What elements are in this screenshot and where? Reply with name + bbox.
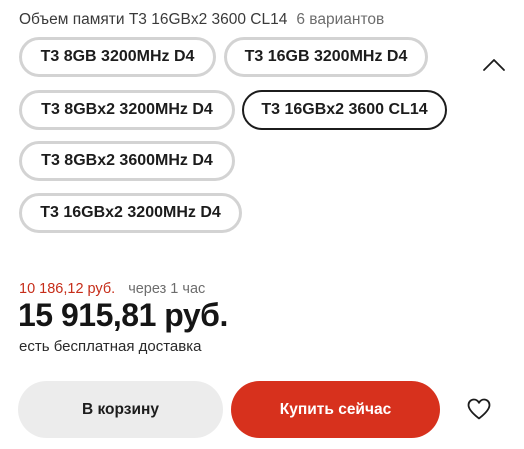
add-to-cart-button[interactable]: В корзину — [18, 381, 223, 438]
heart-icon[interactable] — [466, 397, 492, 421]
chevron-up-icon[interactable] — [482, 57, 506, 73]
buy-now-button[interactable]: Купить сейчас — [231, 381, 440, 438]
variant-label: Объем памяти T3 16GBx2 3600 CL14 — [19, 11, 288, 28]
variant-header: Объем памяти T3 16GBx2 3600 CL14 6 вариан… — [19, 11, 384, 29]
promo-price-row: 10 186,12 руб. через 1 час — [19, 281, 205, 297]
current-price: 15 915,81 руб. — [18, 297, 228, 333]
promo-timer: через 1 час — [128, 281, 206, 297]
option-chip-t3-16gbx2-3600-cl14[interactable]: T3 16GBx2 3600 CL14 — [242, 90, 447, 130]
variant-count: 6 вариантов — [296, 11, 385, 28]
option-chip-t3-16gb-3200[interactable]: T3 16GB 3200MHz D4 — [224, 37, 428, 77]
option-chip-t3-16gbx2-3200[interactable]: T3 16GBx2 3200MHz D4 — [19, 193, 242, 233]
promo-price: 10 186,12 руб. — [19, 281, 116, 297]
delivery-info: есть бесплатная доставка — [19, 338, 202, 355]
option-chip-t3-8gb-3200[interactable]: T3 8GB 3200MHz D4 — [19, 37, 216, 77]
option-chip-t3-8gbx2-3600[interactable]: T3 8GBx2 3600MHz D4 — [19, 141, 235, 181]
option-chip-t3-8gbx2-3200[interactable]: T3 8GBx2 3200MHz D4 — [19, 90, 235, 130]
